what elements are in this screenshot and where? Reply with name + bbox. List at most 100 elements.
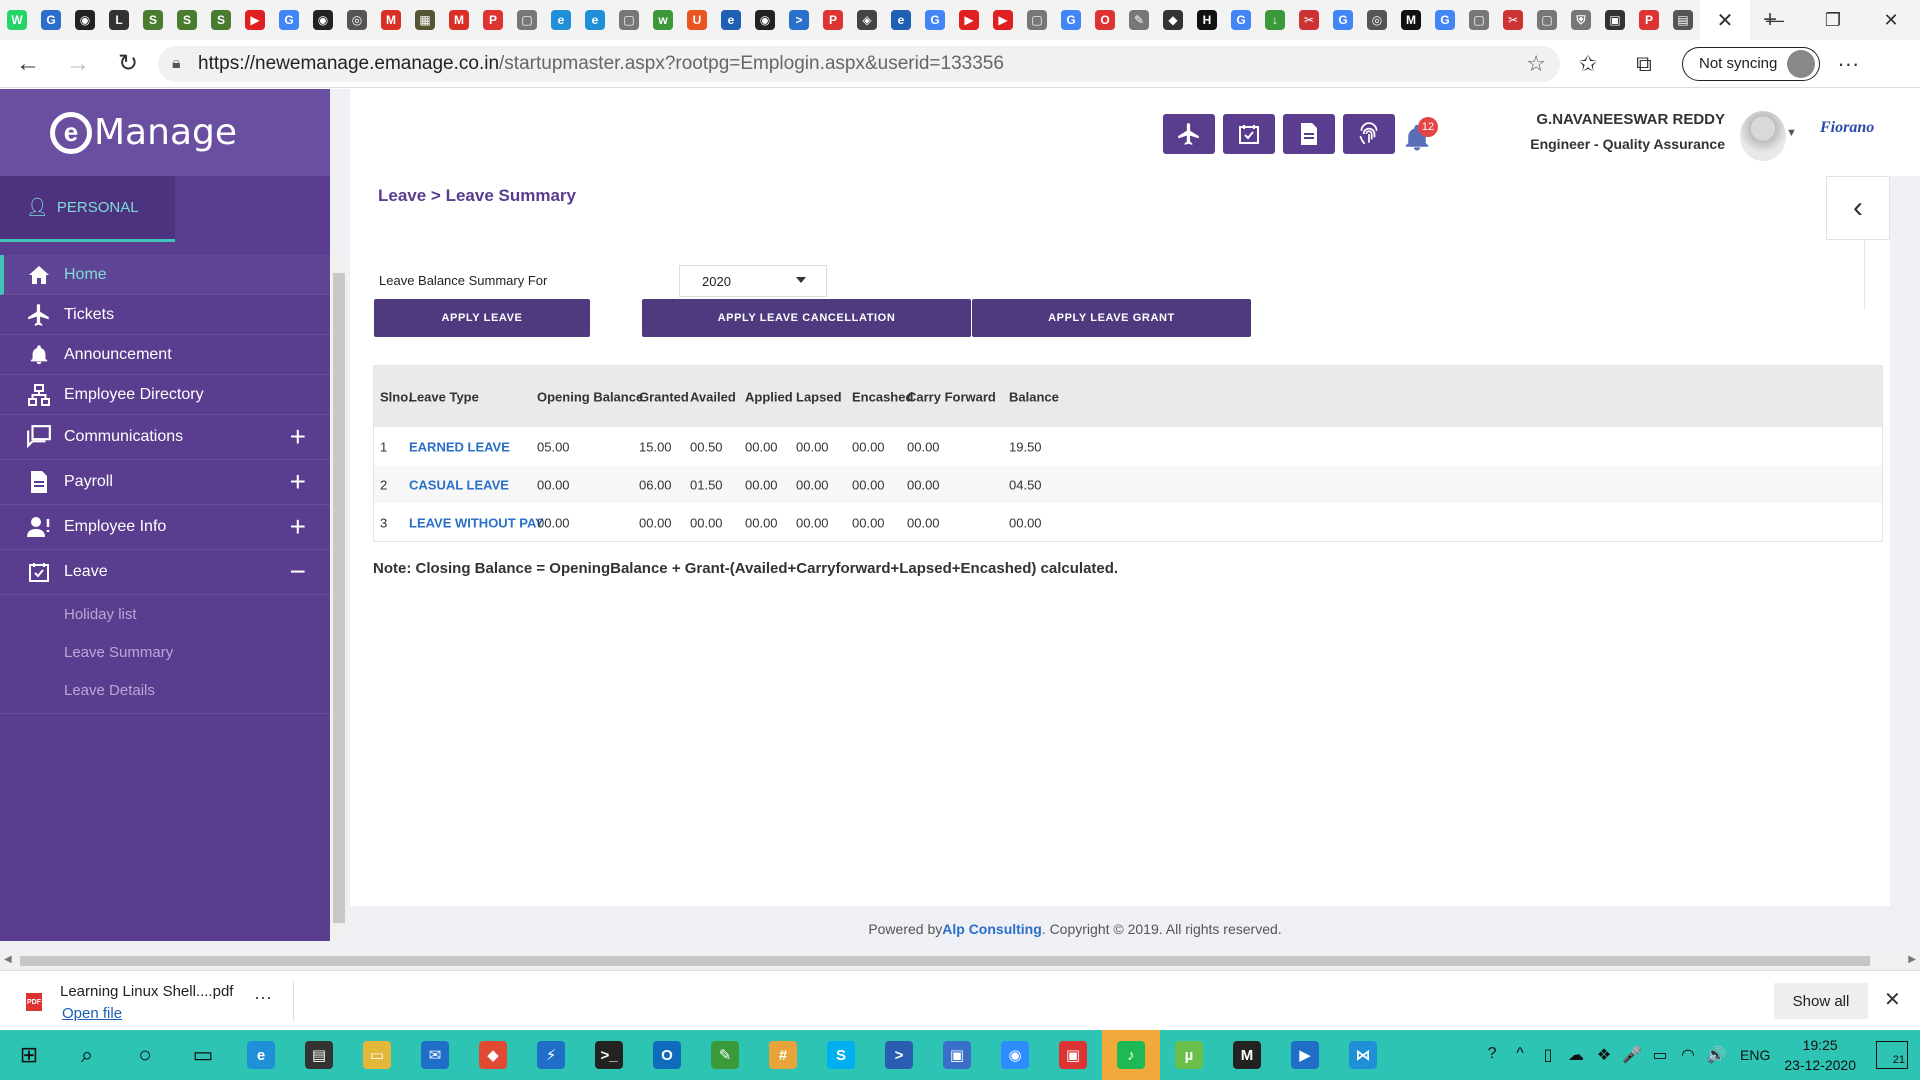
leave-type-link[interactable]: CASUAL LEAVE <box>409 477 509 492</box>
browser-tab[interactable]: ▢ <box>510 0 544 40</box>
browser-tab[interactable]: H <box>1190 0 1224 40</box>
browser-tab[interactable]: ▢ <box>1530 0 1564 40</box>
browser-tab[interactable]: ↓ <box>1258 0 1292 40</box>
browser-tab[interactable]: M <box>374 0 408 40</box>
taskbar-app[interactable]: > <box>870 1030 928 1080</box>
browser-tab[interactable]: e <box>714 0 748 40</box>
lock-icon[interactable]: 🔒︎ <box>172 55 198 73</box>
browser-tab[interactable]: ◆ <box>1156 0 1190 40</box>
attendance-quick-button[interactable] <box>1343 114 1395 154</box>
volume-icon[interactable]: 🔊 <box>1702 1045 1730 1065</box>
show-all-downloads-button[interactable]: Show all <box>1774 983 1868 1019</box>
collapse-minus-icon[interactable]: − <box>290 556 306 588</box>
browser-tab[interactable]: G <box>272 0 306 40</box>
sidebar-item-communications[interactable]: Communications + <box>0 415 330 460</box>
browser-tab[interactable]: > <box>782 0 816 40</box>
taskbar-app[interactable]: ✉ <box>406 1030 464 1080</box>
taskbar-app[interactable]: ⋈ <box>1334 1030 1392 1080</box>
browser-tab[interactable]: ◎ <box>1360 0 1394 40</box>
more-menu-icon[interactable]: ··· <box>1820 51 1876 77</box>
taskbar-app[interactable]: ▶ <box>1276 1030 1334 1080</box>
browser-tab[interactable]: W <box>0 0 34 40</box>
collapse-panel-button[interactable]: ‹ <box>1826 176 1890 240</box>
browser-tab[interactable]: S <box>204 0 238 40</box>
user-info[interactable]: G.NAVANEESWAR REDDY Engineer - Quality A… <box>1530 111 1725 152</box>
document-quick-button[interactable] <box>1283 114 1335 154</box>
browser-tab[interactable]: G <box>34 0 68 40</box>
favorite-star-icon[interactable]: ☆ <box>1526 51 1546 77</box>
browser-tab[interactable]: M <box>442 0 476 40</box>
year-select[interactable]: 2020 <box>679 265 827 297</box>
favorites-icon[interactable]: ✩ <box>1560 51 1616 77</box>
taskbar-app[interactable]: ◉ <box>986 1030 1044 1080</box>
browser-tab[interactable]: ▶ <box>952 0 986 40</box>
taskbar-app[interactable]: ⌕ <box>58 1030 116 1080</box>
user-menu-caret-icon[interactable]: ▼ <box>1786 127 1797 139</box>
sidebar-subitem-leave-details[interactable]: Leave Details <box>0 671 330 709</box>
browser-tab[interactable]: ▶ <box>986 0 1020 40</box>
browser-tab[interactable]: ▢ <box>612 0 646 40</box>
expand-plus-icon[interactable]: + <box>290 421 306 453</box>
browser-tab[interactable]: P <box>1632 0 1666 40</box>
action-center-icon[interactable]: 21 <box>1876 1041 1908 1069</box>
help-icon[interactable]: ? <box>1478 1045 1506 1065</box>
taskbar-app[interactable]: >_ <box>580 1030 638 1080</box>
taskbar-app[interactable]: ▭ <box>348 1030 406 1080</box>
system-clock[interactable]: 19:25 23-12-2020 <box>1784 1035 1856 1075</box>
browser-tab[interactable]: ◈ <box>850 0 884 40</box>
battery-icon[interactable]: ▭ <box>1646 1045 1674 1065</box>
browser-tab[interactable]: ◉ <box>68 0 102 40</box>
taskbar-app[interactable]: ◆ <box>464 1030 522 1080</box>
sidebar-item-employee-info[interactable]: Employee Info + <box>0 505 330 550</box>
browser-tab[interactable]: ✂ <box>1496 0 1530 40</box>
scroll-left-icon[interactable]: ◀ <box>4 954 12 965</box>
browser-tab[interactable]: G <box>1326 0 1360 40</box>
browser-tab[interactable]: ◎ <box>340 0 374 40</box>
tickets-quick-button[interactable] <box>1163 114 1215 154</box>
browser-tab[interactable]: ▢ <box>1462 0 1496 40</box>
close-window-icon[interactable]: ✕ <box>1862 0 1920 40</box>
download-file-name[interactable]: Learning Linux Shell....pdf <box>60 983 233 1000</box>
leave-type-link[interactable]: EARNED LEAVE <box>409 439 510 454</box>
close-tab-icon[interactable]: ✕ <box>1715 10 1735 32</box>
taskbar-app[interactable]: O <box>638 1030 696 1080</box>
browser-tab[interactable]: S <box>170 0 204 40</box>
sidebar-subitem-holiday-list[interactable]: Holiday list <box>0 595 330 633</box>
taskbar-app[interactable]: S <box>812 1030 870 1080</box>
sidebar-item-announcement[interactable]: Announcement <box>0 335 330 375</box>
forward-icon[interactable]: → <box>56 46 100 82</box>
taskbar-app[interactable]: ▤ <box>290 1030 348 1080</box>
taskbar-app[interactable]: ♪ <box>1102 1030 1160 1080</box>
url-field[interactable]: 🔒︎ https://newemanage.emanage.co.in/star… <box>158 45 1560 82</box>
browser-tab[interactable]: ▢ <box>1020 0 1054 40</box>
taskbar-app[interactable]: M <box>1218 1030 1276 1080</box>
taskbar-app[interactable]: # <box>754 1030 812 1080</box>
sidebar-scroll-thumb[interactable] <box>333 273 345 923</box>
browser-tab[interactable]: ⛨ <box>1564 0 1598 40</box>
calendar-quick-button[interactable] <box>1223 114 1275 154</box>
expand-plus-icon[interactable]: + <box>290 511 306 543</box>
notifications-button[interactable]: 12 <box>1402 117 1442 157</box>
sidebar-item-leave[interactable]: Leave − <box>0 550 330 595</box>
sync-button[interactable]: Not syncing <box>1682 46 1821 81</box>
browser-tab[interactable]: w <box>646 0 680 40</box>
browser-tab[interactable]: G <box>1428 0 1462 40</box>
browser-tab[interactable]: ▶ <box>238 0 272 40</box>
browser-tab[interactable]: G <box>1224 0 1258 40</box>
footer-company-link[interactable]: Alp Consulting <box>942 921 1042 937</box>
mic-icon[interactable]: 🎤 <box>1618 1045 1646 1065</box>
minimize-icon[interactable]: — <box>1746 0 1804 40</box>
horizontal-scrollbar[interactable]: ◀ ▶ <box>0 952 1920 970</box>
refresh-icon[interactable]: ↻ <box>106 46 150 82</box>
device-icon[interactable]: ▯ <box>1534 1045 1562 1065</box>
browser-tab[interactable]: M <box>1394 0 1428 40</box>
scroll-right-icon[interactable]: ▶ <box>1908 954 1916 965</box>
expand-plus-icon[interactable]: + <box>290 466 306 498</box>
browser-tab[interactable]: e <box>884 0 918 40</box>
cloud-icon[interactable]: ☁ <box>1562 1045 1590 1065</box>
browser-tab[interactable]: e <box>544 0 578 40</box>
back-icon[interactable]: ← <box>6 46 50 82</box>
sidebar-item-home[interactable]: Home <box>0 255 330 295</box>
sidebar-scrollbar[interactable] <box>330 255 348 941</box>
taskbar-app[interactable]: e <box>232 1030 290 1080</box>
